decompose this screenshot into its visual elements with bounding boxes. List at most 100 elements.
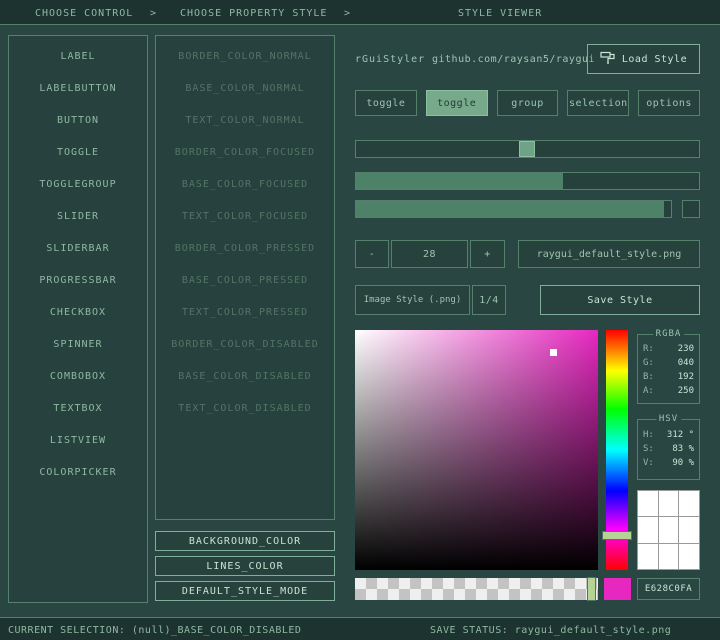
hsv-title: HSV <box>656 414 681 424</box>
rgba-a-value: 250 <box>678 384 694 398</box>
palette-cell[interactable] <box>659 491 679 516</box>
style-filename-textbox[interactable]: raygui_default_style.png <box>518 240 700 268</box>
breadcrumb-separator: > <box>150 8 157 19</box>
palette-cell[interactable] <box>659 517 679 542</box>
app-brand: rGuiStyler <box>355 54 425 65</box>
hue-slider-handle[interactable] <box>602 531 632 540</box>
rgba-g-label: G: <box>643 356 654 370</box>
property-list-item-border-color-pressed[interactable]: BORDER_COLOR_PRESSED <box>156 233 334 265</box>
current-selection-status: CURRENT SELECTION: (null)_BASE_COLOR_DIS… <box>8 625 301 636</box>
progressbar-fill <box>356 201 664 217</box>
control-list-item-textbox[interactable]: TEXTBOX <box>9 393 147 425</box>
controls-list: LABEL LABELBUTTON BUTTON TOGGLE TOGGLEGR… <box>8 35 148 603</box>
hsv-h-label: H: <box>643 428 654 442</box>
hsv-row-h: H: 312 ° <box>638 428 699 442</box>
status-bar: CURRENT SELECTION: (null)_BASE_COLOR_DIS… <box>0 617 720 640</box>
palette-cell[interactable] <box>679 544 699 569</box>
slider-handle[interactable] <box>519 141 535 157</box>
control-list-item-togglegroup[interactable]: TOGGLEGROUP <box>9 169 147 201</box>
rgba-row-g: G: 040 <box>638 356 699 370</box>
color-picker-gradient[interactable] <box>355 330 598 570</box>
page-indicator: 1/4 <box>472 285 506 315</box>
control-list-item-labelbutton[interactable]: LABELBUTTON <box>9 73 147 105</box>
rgba-groupbox: RGBA R: 230 G: 040 B: 192 A: 250 <box>637 334 700 404</box>
hex-value-box[interactable]: E628C0FA <box>637 578 700 600</box>
demo-progressbar <box>355 200 672 218</box>
property-list-item-base-color-focused[interactable]: BASE_COLOR_FOCUSED <box>156 169 334 201</box>
save-status: SAVE STATUS: raygui_default_style.png <box>430 625 671 636</box>
property-list-item-border-color-focused[interactable]: BORDER_COLOR_FOCUSED <box>156 137 334 169</box>
palette-cell[interactable] <box>638 517 658 542</box>
demo-sliderbar[interactable] <box>355 172 700 190</box>
breadcrumb-separator: > <box>344 8 351 19</box>
palette-cell[interactable] <box>679 491 699 516</box>
toggle-button-group[interactable]: group <box>497 90 559 116</box>
hsv-v-value: 90 % <box>672 456 694 470</box>
alpha-slider-handle[interactable] <box>587 577 596 601</box>
color-palette-grid <box>637 490 700 570</box>
rgba-r-label: R: <box>643 342 654 356</box>
toggle-button-toggle-1[interactable]: toggle <box>355 90 417 116</box>
control-list-item-slider[interactable]: SLIDER <box>9 201 147 233</box>
load-style-button[interactable]: Load Style <box>587 44 700 74</box>
save-style-button[interactable]: Save Style <box>540 285 700 315</box>
control-list-item-listview[interactable]: LISTVIEW <box>9 425 147 457</box>
top-bar-section-choose-control: CHOOSE CONTROL <box>35 8 133 19</box>
repo-link: github.com/raysan5/raygui <box>432 54 595 65</box>
control-list-item-spinner[interactable]: SPINNER <box>9 329 147 361</box>
top-bar-section-choose-property-style: CHOOSE PROPERTY STYLE <box>180 8 327 19</box>
palette-cell[interactable] <box>679 517 699 542</box>
lines-color-button[interactable]: LINES_COLOR <box>155 556 335 576</box>
properties-list: BORDER_COLOR_NORMAL BASE_COLOR_NORMAL TE… <box>155 35 335 520</box>
palette-cell[interactable] <box>638 491 658 516</box>
toggle-button-options[interactable]: options <box>638 90 700 116</box>
rgba-r-value: 230 <box>678 342 694 356</box>
property-list-item-border-color-disabled[interactable]: BORDER_COLOR_DISABLED <box>156 329 334 361</box>
property-list-item-text-color-pressed[interactable]: TEXT_COLOR_PRESSED <box>156 297 334 329</box>
rgba-a-label: A: <box>643 384 654 398</box>
default-style-mode-button[interactable]: DEFAULT_STYLE_MODE <box>155 581 335 601</box>
rgba-row-b: B: 192 <box>638 370 699 384</box>
property-list-item-border-color-normal[interactable]: BORDER_COLOR_NORMAL <box>156 41 334 73</box>
rgba-b-label: B: <box>643 370 654 384</box>
rgba-g-value: 040 <box>678 356 694 370</box>
background-color-button[interactable]: BACKGROUND_COLOR <box>155 531 335 551</box>
property-list-item-base-color-disabled[interactable]: BASE_COLOR_DISABLED <box>156 361 334 393</box>
control-list-item-button[interactable]: BUTTON <box>9 105 147 137</box>
toggle-button-toggle-active[interactable]: toggle <box>426 90 488 116</box>
control-list-item-combobox[interactable]: COMBOBOX <box>9 361 147 393</box>
current-color-swatch <box>604 578 631 600</box>
palette-cell[interactable] <box>659 544 679 569</box>
property-list-item-text-color-normal[interactable]: TEXT_COLOR_NORMAL <box>156 105 334 137</box>
property-list-item-base-color-normal[interactable]: BASE_COLOR_NORMAL <box>156 73 334 105</box>
top-bar: CHOOSE CONTROL > CHOOSE PROPERTY STYLE >… <box>0 0 720 25</box>
control-list-item-sliderbar[interactable]: SLIDERBAR <box>9 233 147 265</box>
toggle-button-selection[interactable]: selection <box>567 90 629 116</box>
hsv-v-label: V: <box>643 456 654 470</box>
property-list-item-text-color-focused[interactable]: TEXT_COLOR_FOCUSED <box>156 201 334 233</box>
spinner-plus-button[interactable]: + <box>470 240 505 268</box>
property-list-item-base-color-pressed[interactable]: BASE_COLOR_PRESSED <box>156 265 334 297</box>
rgba-row-a: A: 250 <box>638 384 699 398</box>
property-list-item-text-color-disabled[interactable]: TEXT_COLOR_DISABLED <box>156 393 334 425</box>
palette-cell[interactable] <box>638 544 658 569</box>
spinner-value[interactable]: 28 <box>391 240 468 268</box>
demo-checkbox[interactable] <box>682 200 700 218</box>
hsv-row-s: S: 83 % <box>638 442 699 456</box>
spinner-minus-button[interactable]: - <box>355 240 389 268</box>
top-bar-section-style-viewer: STYLE VIEWER <box>458 8 542 19</box>
sliderbar-fill <box>356 173 563 189</box>
rgba-b-value: 192 <box>678 370 694 384</box>
control-list-item-progressbar[interactable]: PROGRESSBAR <box>9 265 147 297</box>
image-style-button[interactable]: Image Style (.png) <box>355 285 470 315</box>
demo-slider[interactable] <box>355 140 700 158</box>
hsv-groupbox: HSV H: 312 ° S: 83 % V: 90 % <box>637 419 700 480</box>
rgba-title: RGBA <box>653 329 685 339</box>
control-list-item-colorpicker[interactable]: COLORPICKER <box>9 457 147 489</box>
toggle-group: toggle toggle group selection options <box>355 90 700 116</box>
control-list-item-toggle[interactable]: TOGGLE <box>9 137 147 169</box>
control-list-item-label[interactable]: LABEL <box>9 41 147 73</box>
alpha-slider[interactable] <box>355 578 598 600</box>
color-picker-cursor <box>550 349 557 356</box>
control-list-item-checkbox[interactable]: CHECKBOX <box>9 297 147 329</box>
